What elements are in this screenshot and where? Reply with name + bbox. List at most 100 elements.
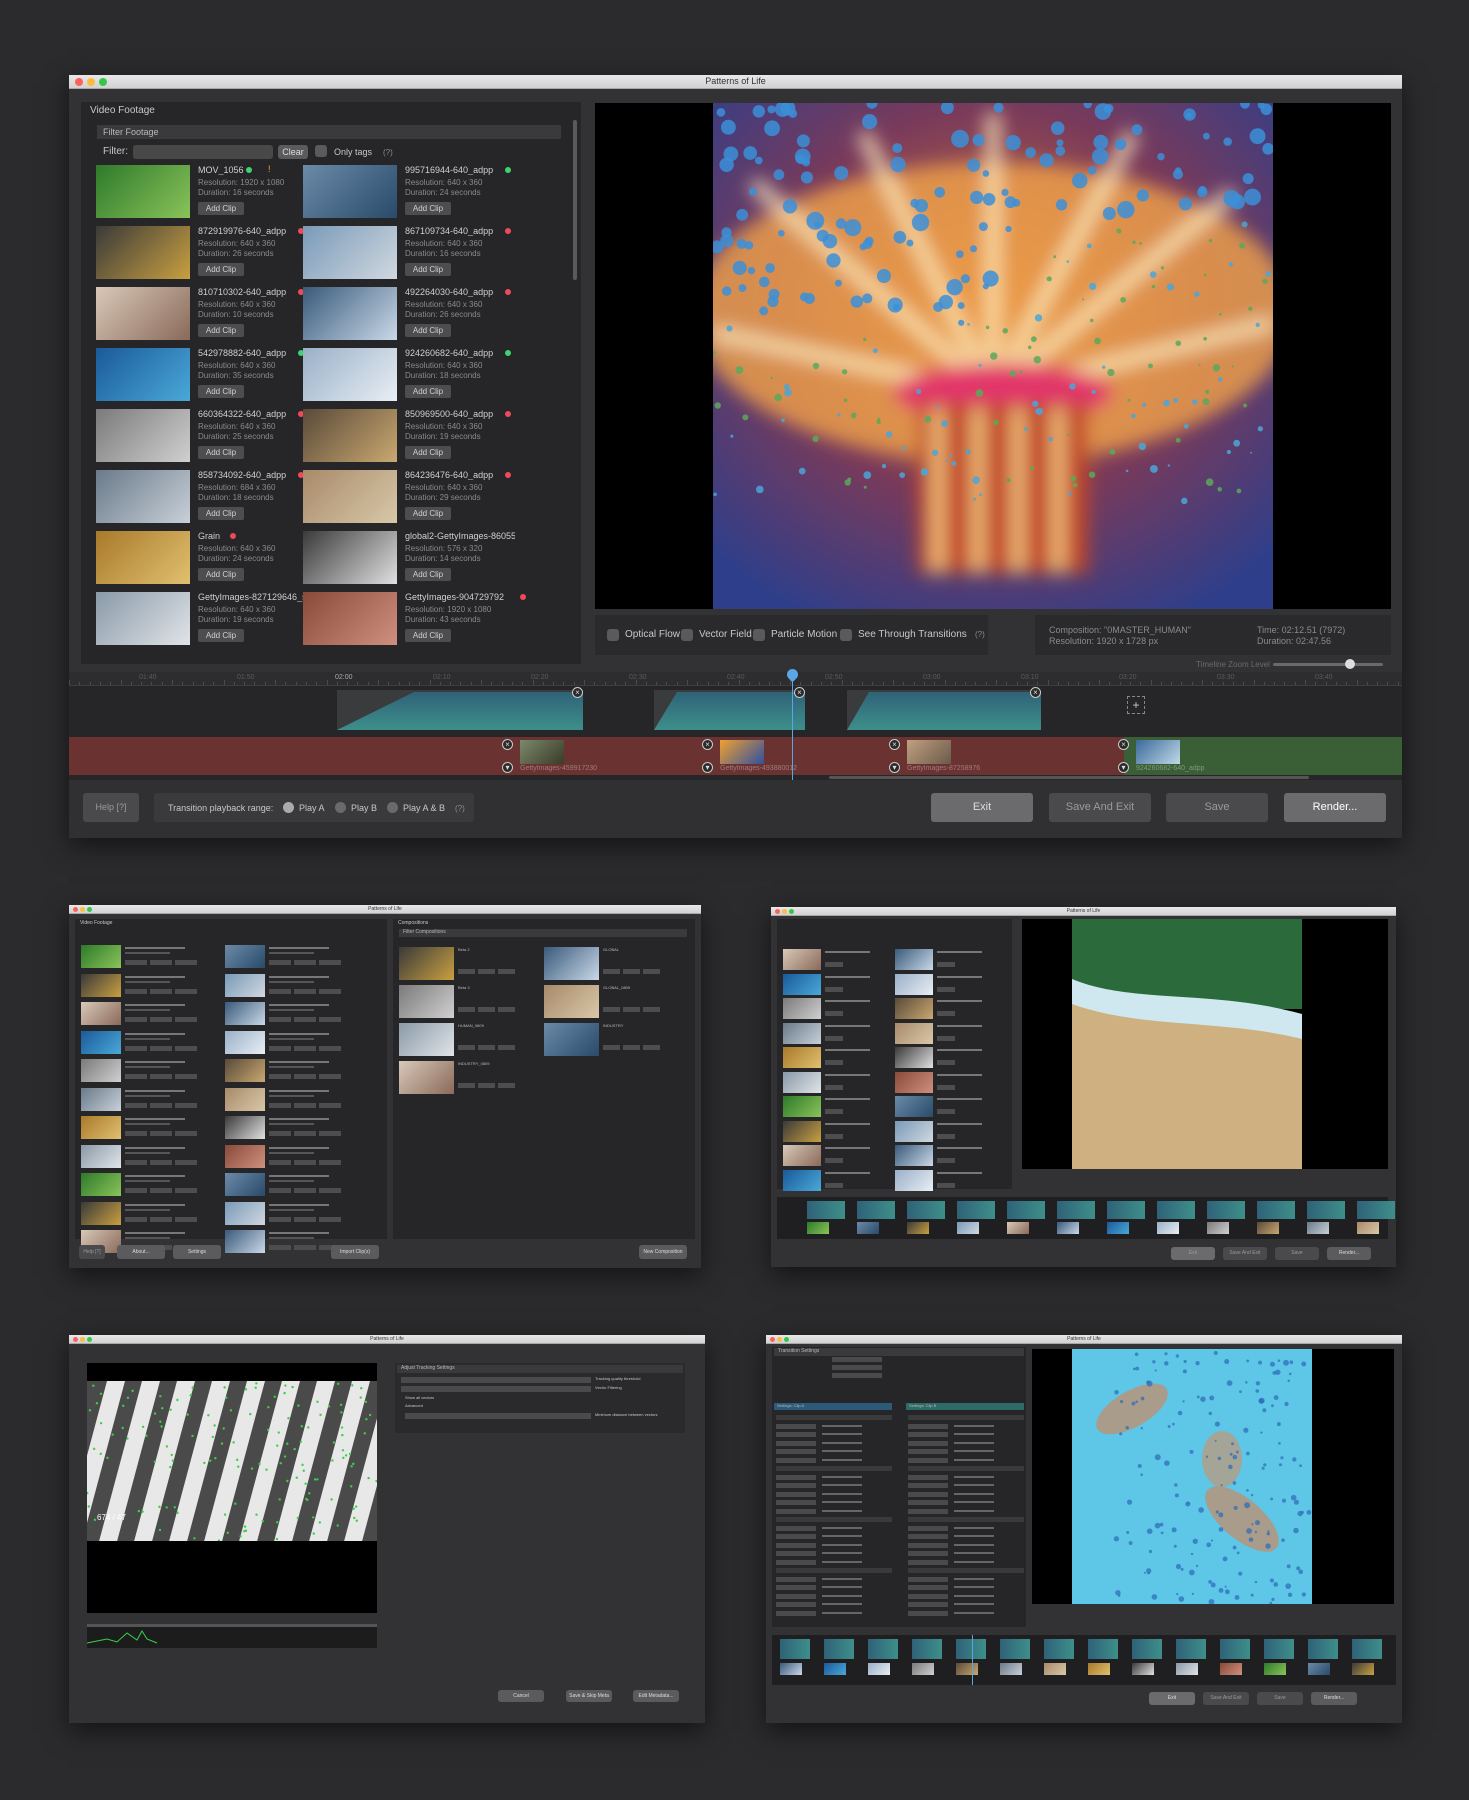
parameter-slider[interactable] [832,1365,882,1370]
parameter-row[interactable] [908,1449,948,1454]
render-button[interactable]: Render... [1311,1692,1357,1705]
footage-action-button[interactable] [175,988,197,994]
footage-thumbnail[interactable] [895,1169,933,1191]
add-clip-button[interactable] [937,1060,955,1065]
timeline-scrollbar[interactable] [829,776,1309,779]
min-distance-slider[interactable] [405,1413,591,1419]
composition-action-button[interactable] [643,969,660,974]
footage-thumbnail[interactable] [81,1087,121,1111]
remove-transition-2-button[interactable]: × [794,687,805,698]
clip-thumbnail[interactable] [868,1663,890,1675]
composition-thumbnail[interactable] [544,1023,599,1056]
add-clip-button[interactable] [937,1158,955,1163]
help-button[interactable]: Help [?] [79,1245,105,1259]
footage-thumbnail[interactable] [225,1087,265,1111]
clip-thumbnail[interactable] [1207,1222,1229,1234]
add-clip-button[interactable] [937,1084,955,1090]
add-clip-button[interactable]: Add Clip [198,446,244,459]
footage-action-button[interactable] [269,1159,291,1165]
parameter-row[interactable] [908,1466,1024,1471]
clip-thumbnail[interactable] [1088,1663,1110,1675]
parameter-row[interactable] [908,1483,948,1488]
timeline-transition[interactable] [1000,1639,1030,1659]
footage-action-button[interactable] [294,1188,316,1193]
composition-action-button[interactable] [623,1007,640,1012]
add-clip-button[interactable]: Add Clip [405,507,451,520]
clip-thumbnail[interactable] [1176,1663,1198,1675]
footage-action-button[interactable] [319,1188,341,1193]
add-clip-button[interactable]: Add Clip [198,568,244,581]
timeline[interactable] [772,1635,1396,1685]
composition-action-button[interactable] [498,1045,515,1050]
footage-thumbnail[interactable] [895,1071,933,1093]
composition-action-button[interactable] [623,969,640,974]
add-clip-button[interactable] [825,1084,843,1090]
composition-thumbnail[interactable] [399,1023,454,1056]
footage-action-button[interactable] [125,1074,147,1079]
footage-action-button[interactable] [319,1159,341,1165]
add-transition-button[interactable]: + [1127,696,1145,714]
settings-button[interactable]: Settings [173,1245,221,1259]
footage-action-button[interactable] [175,1216,197,1222]
clip-thumbnail[interactable] [720,740,764,764]
composition-action-button[interactable] [498,969,515,974]
clip-thumbnail[interactable] [1352,1663,1374,1675]
footage-action-button[interactable] [175,1045,197,1051]
composition-thumbnail[interactable] [399,947,454,980]
footage-thumbnail[interactable] [225,973,265,997]
range-help-icon[interactable]: (?) [455,804,465,813]
render-button[interactable]: Render... [1284,793,1386,822]
clip-thumbnail[interactable] [1308,1663,1330,1675]
footage-thumbnail[interactable] [81,1173,121,1196]
parameter-row[interactable] [908,1534,948,1539]
footage-thumbnail[interactable] [783,973,821,995]
add-clip-button[interactable]: Add Clip [405,263,451,276]
clip-options-button[interactable]: ▾ [889,762,900,773]
composition-action-button[interactable] [603,969,620,974]
add-clip-button[interactable]: Add Clip [405,324,451,337]
parameter-row[interactable] [776,1500,816,1505]
save-and-exit-button[interactable]: Save And Exit [1049,793,1151,822]
playhead[interactable] [972,1635,973,1685]
timeline-transition[interactable] [1007,1201,1045,1219]
save-and-exit-button[interactable]: Save And Exit [1223,1247,1267,1260]
playhead[interactable] [792,672,793,780]
footage-action-button[interactable] [150,988,172,994]
timeline-transition[interactable] [1264,1639,1294,1659]
footage-action-button[interactable] [319,1131,341,1136]
advanced-toggle[interactable]: Advanced [405,1403,423,1408]
clip-thumbnail[interactable] [1007,1222,1029,1234]
composition-action-button[interactable] [643,1045,660,1050]
parameter-row[interactable] [908,1551,948,1556]
composition-action-button[interactable] [603,1007,620,1012]
add-clip-button[interactable] [825,1133,843,1139]
add-clip-button[interactable]: Add Clip [198,385,244,398]
footage-action-button[interactable] [319,1074,341,1079]
parameter-row[interactable] [908,1491,948,1497]
footage-action-button[interactable] [175,1074,197,1079]
clip-thumbnail[interactable] [1136,740,1180,764]
add-clip-button[interactable] [825,1182,843,1188]
footage-action-button[interactable] [319,1017,341,1022]
import-clips-button[interactable]: Import Clip(s) [331,1245,379,1259]
timeline-transition[interactable] [1132,1639,1162,1659]
footage-action-button[interactable] [150,1159,172,1165]
footage-thumbnail[interactable] [895,998,933,1019]
footage-thumbnail[interactable] [783,1169,821,1191]
clip-options-button[interactable]: ▾ [502,762,513,773]
timeline-transition[interactable] [957,1201,995,1219]
footage-action-button[interactable] [150,1102,172,1108]
add-clip-button[interactable]: Add Clip [198,324,244,337]
parameter-row[interactable] [776,1483,816,1488]
footage-thumbnail[interactable] [225,1230,265,1253]
parameter-row[interactable] [908,1432,948,1437]
parameter-row[interactable] [776,1610,816,1616]
timeline-transition[interactable] [1107,1201,1145,1219]
parameter-row[interactable] [776,1602,816,1607]
parameter-row[interactable] [908,1585,948,1590]
composition-action-button[interactable] [458,969,475,974]
composition-action-button[interactable] [623,1045,640,1050]
edit-metadata-button[interactable]: Edit Metadata... [633,1690,679,1702]
add-clip-button[interactable] [937,1035,955,1041]
parameter-row[interactable] [776,1491,816,1497]
